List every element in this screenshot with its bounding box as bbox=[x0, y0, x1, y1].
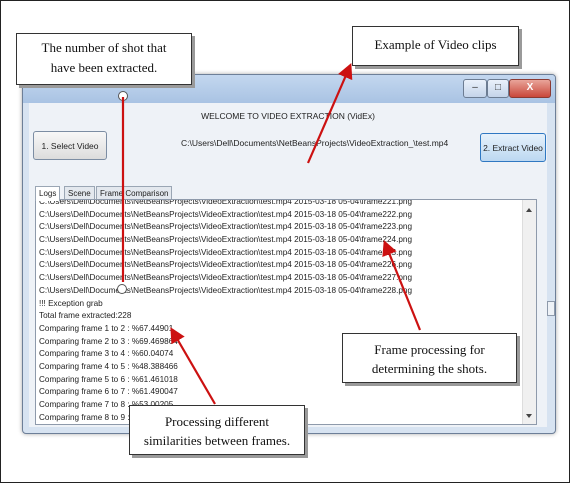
callout-frame-processing-line1: Frame processing for bbox=[374, 342, 485, 357]
arrow-similarities bbox=[170, 327, 216, 405]
callout-shot-count-line2: have been extracted. bbox=[50, 60, 158, 75]
callout-video-clips-text: Example of Video clips bbox=[374, 37, 497, 52]
callout-frame-processing: Frame processing for determining the sho… bbox=[342, 333, 517, 383]
callout-frame-processing-line2: determining the shots. bbox=[371, 361, 488, 376]
callout-similarities-line1: Processing different bbox=[164, 414, 270, 429]
callout-similarities: Processing different similarities betwee… bbox=[129, 405, 305, 455]
callout-similarities-line2: similarities between frames. bbox=[143, 433, 291, 448]
callout-video-clips: Example of Video clips bbox=[352, 26, 519, 66]
arrow-frame-processing bbox=[382, 239, 422, 331]
arrow-video-clip bbox=[306, 62, 353, 164]
callout-shot-count: The number of shot that have been extrac… bbox=[16, 33, 192, 85]
callout-shot-count-line1: The number of shot that bbox=[41, 40, 167, 55]
